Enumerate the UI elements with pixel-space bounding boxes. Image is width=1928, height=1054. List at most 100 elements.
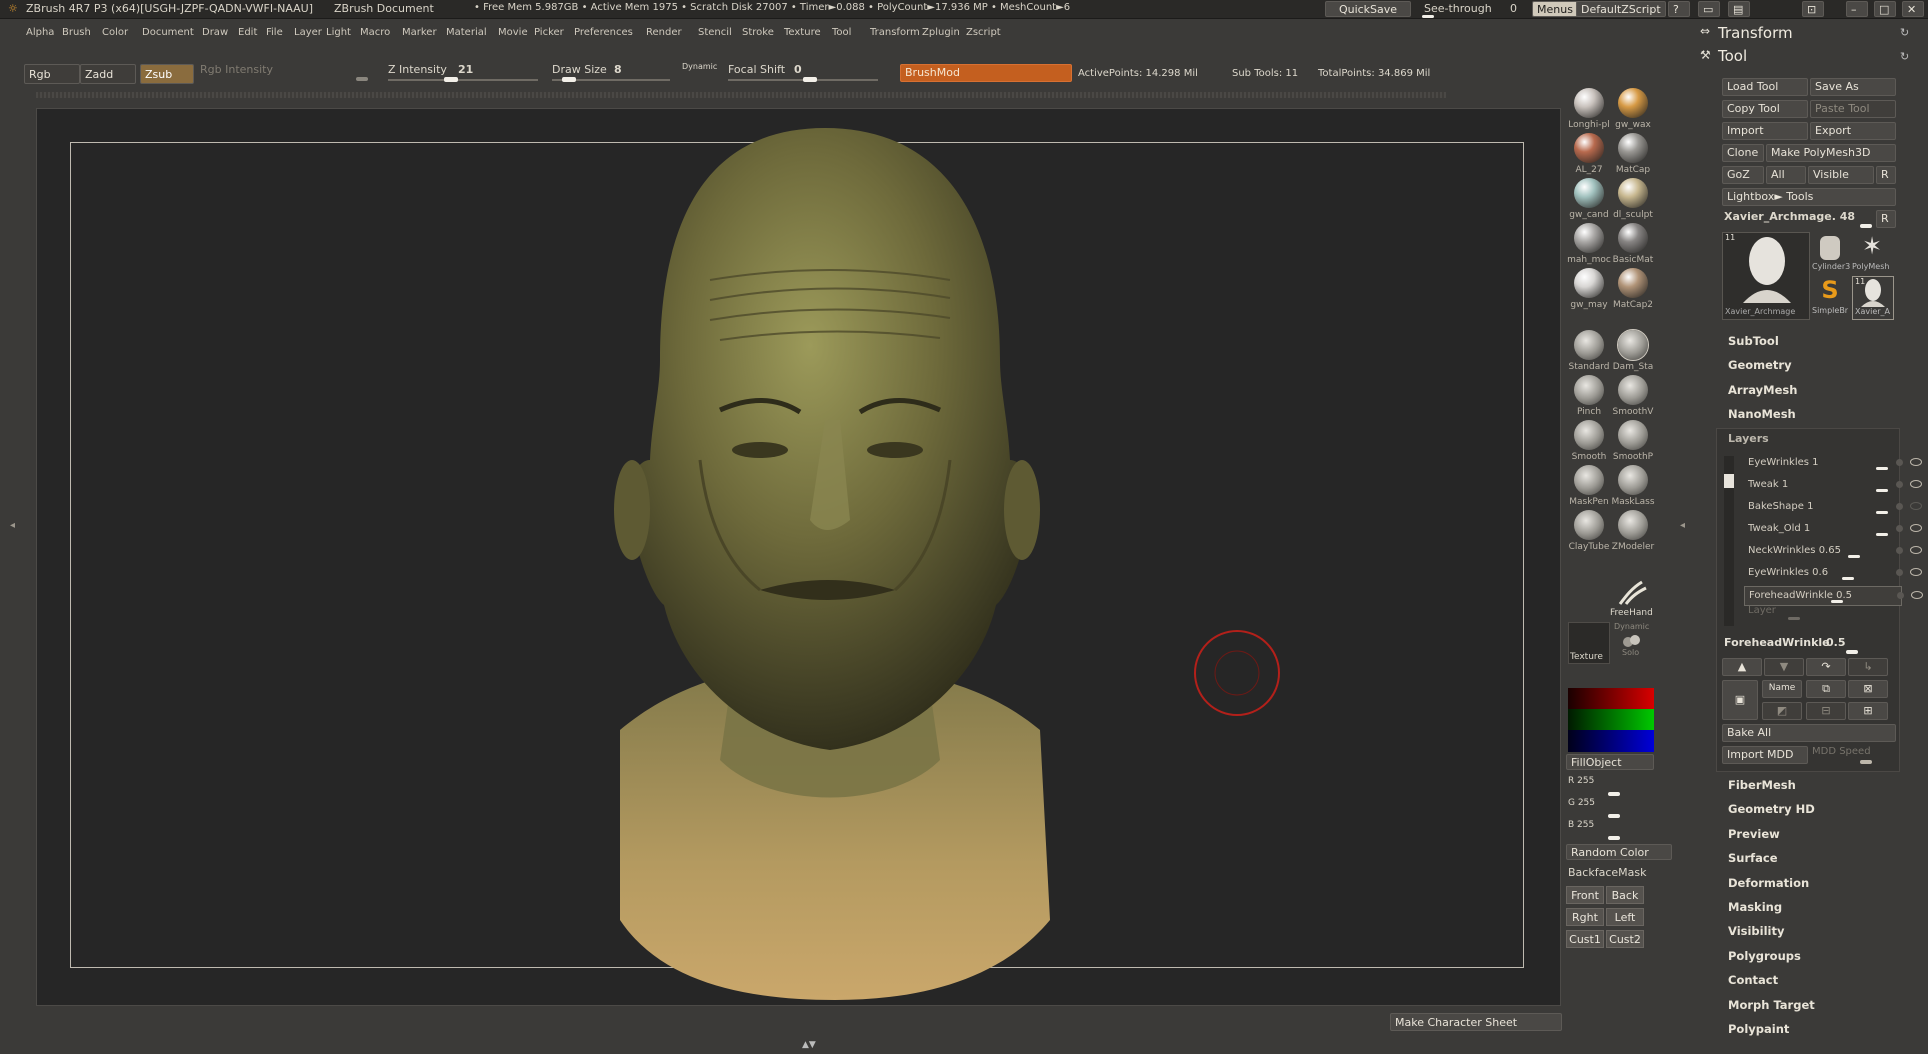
brush-smoothp-icon[interactable]: [1618, 420, 1648, 450]
layer-visibility-eye-icon[interactable]: [1910, 480, 1922, 488]
blue-slider[interactable]: [1608, 836, 1620, 840]
layer-row[interactable]: EyeWrinkles 1: [1744, 454, 1922, 472]
layer-row[interactable]: ForeheadWrinkle 0.5: [1744, 586, 1923, 606]
duplicate-layer-icon[interactable]: ⧉: [1806, 680, 1846, 698]
menu-edit[interactable]: Edit: [238, 27, 257, 38]
layer-visibility-eye-icon[interactable]: [1910, 458, 1922, 466]
goz-button[interactable]: GoZ: [1722, 166, 1764, 184]
material-matcap-icon[interactable]: [1618, 133, 1648, 163]
see-through-slider[interactable]: [1422, 15, 1434, 18]
menu-zplugin[interactable]: Zplugin: [922, 27, 960, 38]
layer-record-dot-icon[interactable]: [1896, 459, 1903, 466]
tool-palette-title[interactable]: Tool: [1718, 47, 1747, 65]
section-geometry[interactable]: Geometry: [1728, 358, 1792, 372]
menu-preferences[interactable]: Preferences: [574, 27, 633, 38]
material-dl-sculpt-icon[interactable]: [1618, 178, 1648, 208]
layer-visibility-eye-icon[interactable]: [1910, 524, 1922, 532]
new-layer-icon[interactable]: ▣: [1722, 680, 1758, 720]
layer-strength-slider[interactable]: [1842, 577, 1854, 580]
zsub-button[interactable]: Zsub: [140, 64, 194, 84]
menu-material[interactable]: Material: [446, 27, 487, 38]
layer-record-dot-icon[interactable]: [1896, 525, 1903, 532]
delete-layer-icon[interactable]: ⊠: [1848, 680, 1888, 698]
brush-dam-sta-icon[interactable]: [1617, 329, 1649, 361]
lightbox-tools-button[interactable]: Lightbox► Tools: [1722, 188, 1896, 206]
layer-up-icon[interactable]: ▲: [1722, 658, 1762, 676]
z-intensity-slider[interactable]: [444, 77, 458, 82]
tool-refresh-icon[interactable]: ↻: [1900, 50, 1909, 63]
tool-thumb-cylinder[interactable]: Cylinder3: [1810, 232, 1850, 274]
tool-thumb-main[interactable]: 11 Xavier_Archmage: [1722, 232, 1810, 320]
menu-tool[interactable]: Tool: [832, 27, 851, 38]
layer-strength-slider[interactable]: [1876, 467, 1888, 470]
current-tool-slider[interactable]: [1860, 224, 1872, 228]
menu-color[interactable]: Color: [102, 27, 128, 38]
right-tray-toggle-icon[interactable]: ◂: [1680, 520, 1685, 531]
draw-size-slider[interactable]: [562, 77, 576, 82]
section-masking[interactable]: Masking: [1728, 900, 1782, 914]
layer-row[interactable]: NeckWrinkles 0.65: [1744, 542, 1922, 560]
clone-button[interactable]: Clone: [1722, 144, 1764, 162]
make-polymesh3d-button[interactable]: Make PolyMesh3D: [1766, 144, 1896, 162]
sculpted-head-model[interactable]: [560, 120, 1090, 1000]
tool-thumb-simplebrush[interactable]: S SimpleBr: [1810, 276, 1850, 318]
material-matcap2-icon[interactable]: [1618, 268, 1648, 298]
red-slider[interactable]: [1608, 792, 1620, 796]
solo-icon[interactable]: [1620, 634, 1642, 648]
brush-zmodeler-icon[interactable]: [1618, 510, 1648, 540]
brush-masklass-icon[interactable]: [1618, 465, 1648, 495]
skin-icon[interactable]: ▤: [1728, 1, 1750, 17]
menu-stroke[interactable]: Stroke: [742, 27, 774, 38]
menu-macro[interactable]: Macro: [360, 27, 390, 38]
material-al-27-icon[interactable]: [1574, 133, 1604, 163]
default-zscript-button[interactable]: DefaultZScript: [1576, 1, 1666, 17]
material-gw-cand-icon[interactable]: [1574, 178, 1604, 208]
section-subtool[interactable]: SubTool: [1728, 334, 1779, 348]
make-character-sheet-button[interactable]: Make Character Sheet: [1390, 1013, 1562, 1031]
menu-transform[interactable]: Transform: [870, 27, 920, 38]
layer-row[interactable]: Tweak 1: [1744, 476, 1922, 494]
random-color-button[interactable]: Random Color: [1566, 844, 1672, 860]
bottom-tray-arrows-icon[interactable]: ▲▼: [802, 1040, 832, 1050]
layer-visibility-eye-icon[interactable]: [1910, 502, 1922, 510]
menu-file[interactable]: File: [266, 27, 283, 38]
section-geometry-hd[interactable]: Geometry HD: [1728, 802, 1815, 816]
layer-arrow-icon[interactable]: ↳: [1848, 658, 1888, 676]
lock-icon[interactable]: ⊡: [1802, 1, 1824, 17]
bake-all-button[interactable]: Bake All: [1722, 724, 1896, 742]
layer-row[interactable]: EyeWrinkles 0.6: [1744, 564, 1922, 582]
layer-record-dot-icon[interactable]: [1897, 592, 1904, 599]
section-polypaint[interactable]: Polypaint: [1728, 1022, 1789, 1036]
brush-smooth-icon[interactable]: [1574, 420, 1604, 450]
layer-redo-icon[interactable]: ↷: [1806, 658, 1846, 676]
mdd-speed-slider[interactable]: [1860, 760, 1872, 764]
brush-claytube-icon[interactable]: [1574, 510, 1604, 540]
view-front-button[interactable]: Front: [1566, 886, 1604, 904]
import-mdd-button[interactable]: Import MDD: [1722, 746, 1808, 764]
section-visibility[interactable]: Visibility: [1728, 924, 1784, 938]
layer-row[interactable]: Tweak_Old 1: [1744, 520, 1922, 538]
transform-refresh-icon[interactable]: ↻: [1900, 26, 1909, 39]
quicksave-button[interactable]: QuickSave: [1325, 1, 1411, 17]
save-as-button[interactable]: Save As: [1810, 78, 1896, 96]
menu-brush[interactable]: Brush: [62, 27, 91, 38]
tool-thumb-polymesh[interactable]: ✶ PolyMesh: [1852, 232, 1892, 274]
layer-strength-slider[interactable]: [1831, 600, 1843, 603]
menu-document[interactable]: Document: [142, 27, 194, 38]
fill-object-button[interactable]: FillObject: [1566, 754, 1654, 770]
brush-pinch-icon[interactable]: [1574, 375, 1604, 405]
zadd-button[interactable]: Zadd: [80, 64, 136, 84]
import-button[interactable]: Import: [1722, 122, 1808, 140]
minimize-icon[interactable]: –: [1846, 1, 1868, 17]
menu-zscript[interactable]: Zscript: [966, 27, 1001, 38]
section-morph-target[interactable]: Morph Target: [1728, 998, 1815, 1012]
layer-down-icon[interactable]: ▼: [1764, 658, 1804, 676]
focal-shift-slider[interactable]: [803, 77, 817, 82]
section-nanomesh[interactable]: NanoMesh: [1728, 407, 1796, 421]
view-cust1-button[interactable]: Cust1: [1566, 930, 1604, 948]
menu-layer[interactable]: Layer: [294, 27, 322, 38]
rgb-button[interactable]: Rgb: [24, 64, 80, 84]
layer-record-dot-icon[interactable]: [1896, 481, 1903, 488]
paste-tool-button[interactable]: Paste Tool: [1810, 100, 1896, 118]
transform-palette-title[interactable]: Transform: [1718, 24, 1793, 42]
